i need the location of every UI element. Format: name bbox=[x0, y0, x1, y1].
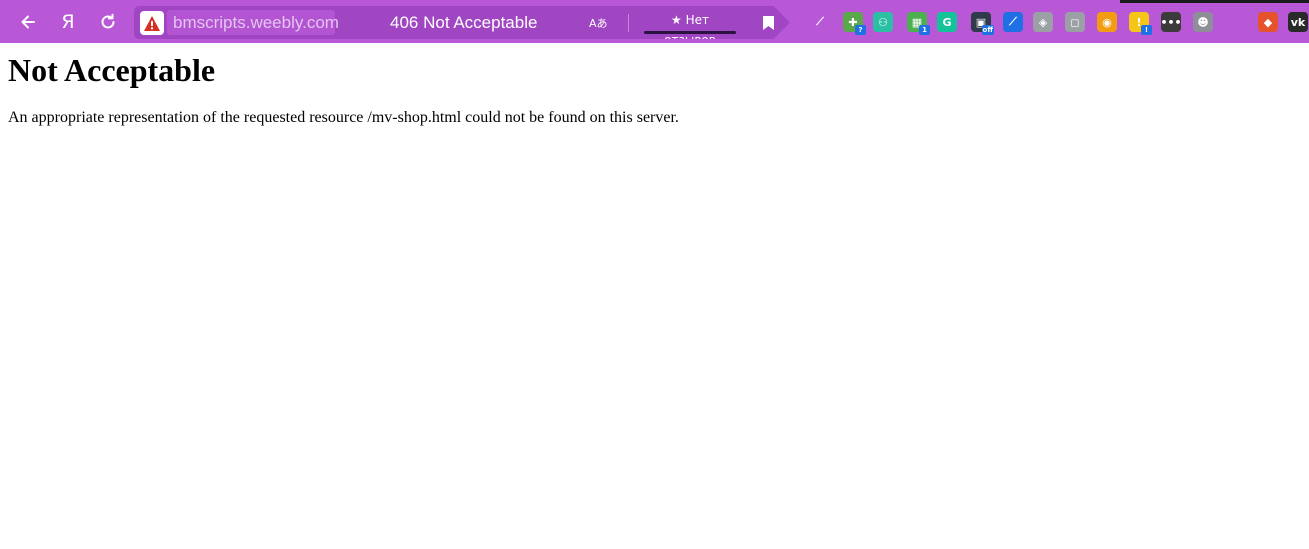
reviews-label: ★ Нет отзывов bbox=[664, 13, 716, 47]
gray-square-icon[interactable]: ◻ bbox=[1065, 12, 1085, 32]
error-message: An appropriate representation of the req… bbox=[8, 109, 679, 126]
yellow-extension-icon[interactable]: !! bbox=[1129, 12, 1152, 35]
reviews-underline bbox=[644, 31, 736, 34]
raccoon-icon-glyph: ☻ bbox=[1197, 15, 1209, 29]
feather-icon-glyph: ⟋ bbox=[816, 15, 824, 28]
grammarly-icon-glyph: G bbox=[942, 15, 952, 29]
calendar-off-icon[interactable]: ▣ off bbox=[971, 12, 994, 35]
eyedropper-icon-glyph: ⟋ bbox=[1009, 15, 1017, 28]
arrow-left-icon bbox=[21, 15, 35, 29]
grammarly-icon[interactable]: G bbox=[937, 12, 957, 32]
browser-toolbar: Я bmscripts.weebly.com 406 Not Acceptabl… bbox=[0, 0, 1309, 43]
omnibox-divider bbox=[628, 14, 629, 32]
vk-icon[interactable]: vk bbox=[1288, 12, 1308, 32]
orange-ring-icon-glyph: ◉ bbox=[1102, 15, 1112, 29]
back-button[interactable] bbox=[14, 8, 42, 36]
extension-badge: ! bbox=[1141, 25, 1152, 35]
vk-icon-glyph: vk bbox=[1290, 15, 1306, 29]
lightbulb-extension-icon[interactable]: ⚇ bbox=[873, 12, 893, 32]
shield-extension-icon[interactable]: ◆ bbox=[1258, 12, 1278, 32]
page-title-label: 406 Not Acceptable bbox=[390, 13, 538, 32]
window-edge-strip bbox=[1120, 0, 1309, 3]
raccoon-icon[interactable]: ☻ bbox=[1193, 12, 1213, 32]
shield-extension-icon-glyph: ◆ bbox=[1263, 15, 1273, 29]
orange-ring-icon[interactable]: ◉ bbox=[1097, 12, 1117, 32]
yandex-home-button[interactable]: Я bbox=[54, 8, 82, 36]
bookmark-button[interactable] bbox=[760, 14, 776, 32]
lightbulb-extension-icon-glyph: ⚇ bbox=[878, 15, 888, 29]
eyedropper-icon[interactable]: ⟋ bbox=[1003, 12, 1023, 32]
puzzle-extension-icon[interactable]: ✚? bbox=[843, 12, 866, 35]
cube-icon[interactable]: ◈ bbox=[1033, 12, 1053, 32]
dots-extension-icon[interactable]: ••• bbox=[1160, 12, 1182, 32]
gray-square-icon-glyph: ◻ bbox=[1070, 15, 1080, 29]
bookmark-icon bbox=[762, 16, 774, 30]
reload-icon bbox=[101, 13, 115, 29]
reload-button[interactable] bbox=[94, 8, 122, 36]
extension-badge: off bbox=[981, 25, 994, 35]
translate-icon[interactable]: Aあ bbox=[589, 14, 611, 34]
extension-badge: 1 bbox=[919, 25, 930, 35]
address-bar[interactable]: bmscripts.weebly.com 406 Not Acceptable … bbox=[134, 6, 790, 39]
error-heading: Not Acceptable bbox=[8, 52, 216, 88]
page-content: Not Acceptable An appropriate representa… bbox=[8, 52, 1298, 128]
dots-extension-icon-glyph: ••• bbox=[1160, 15, 1182, 29]
warning-icon bbox=[144, 15, 160, 31]
extension-badge: ? bbox=[855, 25, 866, 35]
cube-icon-glyph: ◈ bbox=[1038, 15, 1048, 29]
checker-extension-icon[interactable]: ▦ 1 bbox=[907, 12, 930, 35]
security-warning-button[interactable] bbox=[140, 11, 164, 35]
feather-icon[interactable]: ⟋ bbox=[810, 12, 830, 32]
reviews-button[interactable]: ★ Нет отзывов bbox=[644, 10, 736, 39]
url-domain[interactable]: bmscripts.weebly.com bbox=[167, 10, 339, 35]
